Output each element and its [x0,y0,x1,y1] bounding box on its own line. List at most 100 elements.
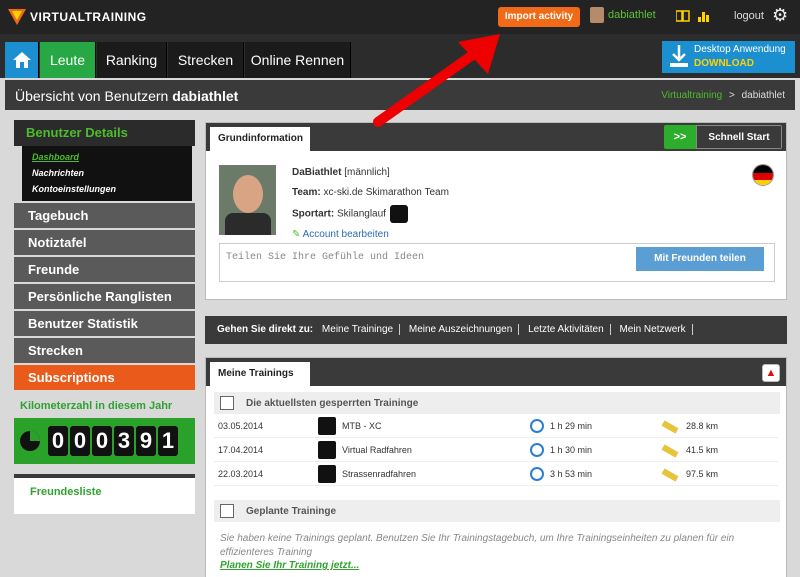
training-distance: 28.8 km [686,421,719,431]
edit-account-label: Account bearbeiten [302,229,389,240]
km-digit: 9 [136,426,156,456]
logo-text: VIRTUALTRAINING [30,10,147,24]
home-button[interactable] [5,42,39,78]
plan-training-link[interactable]: Planen Sie Ihr Training jetzt... [220,560,786,571]
goto-link-trainings[interactable]: Meine Traininge [321,324,401,335]
page-title-user: dabiathlet [172,88,239,104]
distance-icon [661,420,679,434]
book-icon[interactable] [676,10,690,22]
skiing-icon [389,205,408,223]
goto-link-netzwerk[interactable]: Mein Netzwerk [619,324,693,335]
page-title: Übersicht von Benutzern dabiathlet [15,88,238,104]
no-plan-text: Sie haben keine Trainings geplant. Benut… [220,533,735,558]
stopwatch-icon [530,467,544,481]
sidebar-item-tagebuch[interactable]: Tagebuch [14,203,195,228]
logo[interactable]: VIRTUALTRAINING [8,9,147,25]
training-type: MTB - XC [342,421,382,431]
edit-account-link[interactable]: ✎ Account bearbeiten [292,229,389,240]
training-type: Virtual Radfahren [342,445,412,455]
sidebar-item-dashboard[interactable]: Dashboard [26,149,192,165]
bar-chart-icon[interactable] [697,10,711,22]
sport-label: Sportart: [292,208,335,220]
share-button[interactable]: Mit Freunden teilen [636,247,764,271]
team-label: Team: [292,187,321,198]
red-arrow-annotation [373,34,500,127]
sidebar-item-ranglisten[interactable]: Persönliche Ranglisten [14,284,195,309]
sidebar-header[interactable]: Benutzer Details [14,120,195,146]
training-row[interactable]: 17.04.2014 Virtual Radfahren 1 h 30 min … [214,438,778,462]
friends-list-label[interactable]: Freundesliste [30,486,102,498]
logout-link[interactable]: logout [734,10,764,22]
trainings-panel: Meine Trainings ▲ Die aktuellsten gesper… [205,357,787,577]
breadcrumb-root[interactable]: Virtualtraining [661,90,722,101]
profile-sport: Sportart: Skilanglauf [292,205,408,223]
avatar [590,7,604,23]
planned-trainings-title: Geplante Traininge [246,505,337,517]
logo-icon [8,9,26,25]
training-duration: 1 h 30 min [550,445,593,455]
calendar-icon [220,504,234,518]
nav-leute[interactable]: Leute [40,42,96,78]
mtb-icon [318,417,336,435]
profile-name: DaBiathlet [männlich] [292,167,390,178]
tab-trainings[interactable]: Meine Trainings [210,362,310,386]
sidebar-item-notiztafel[interactable]: Notiztafel [14,230,195,255]
friends-list-panel: Freundesliste [14,474,195,514]
breadcrumb: Virtualtraining > dabiathlet [661,90,785,101]
sidebar-item-strecken[interactable]: Strecken [14,338,195,363]
goto-link-aktivitaeten[interactable]: Letzte Aktivitäten [528,324,611,335]
team-value: xc-ski.de Skimarathon Team [323,187,449,198]
pie-icon [20,431,40,451]
tab-grundinformation[interactable]: Grundinformation [210,127,310,151]
training-distance: 41.5 km [686,445,719,455]
sidebar-item-subscriptions[interactable]: Subscriptions [14,365,195,390]
user-menu[interactable]: dabiathlet [590,7,656,23]
goto-bar: Gehen Sie direkt zu: Meine Traininge Mei… [205,316,787,344]
import-activity-button[interactable]: Import activity [498,7,580,27]
share-input[interactable]: Teilen Sie Ihre Gefühle und Ideen [226,252,424,263]
training-duration: 3 h 53 min [550,469,593,479]
sidebar-item-nachrichten[interactable]: Nachrichten [26,165,192,181]
km-digit: 0 [48,426,68,456]
training-distance: 97.5 km [686,469,719,479]
sidebar-item-kontoeinstellungen[interactable]: Kontoeinstellungen [26,181,192,197]
trainings-header: Meine Trainings ▲ [206,358,786,386]
training-duration: 1 h 29 min [550,421,593,431]
sport-value: Skilanglauf [337,208,386,220]
km-digit: 0 [70,426,90,456]
breadcrumb-user: dabiathlet [741,90,785,101]
road-cycling-icon [318,465,336,483]
username[interactable]: dabiathlet [608,9,656,21]
gear-icon[interactable]: ⚙ [772,6,788,24]
virtual-cycling-icon [318,441,336,459]
download-icon [670,45,688,67]
sidebar-submenu: Dashboard Nachrichten Kontoeinstellungen [22,146,192,201]
top-bar: VIRTUALTRAINING Import activity dabiathl… [0,0,800,34]
download-label: DOWNLOAD [694,58,754,69]
sidebar-item-freunde[interactable]: Freunde [14,257,195,282]
nav-online-rennen[interactable]: Online Rennen [245,42,351,78]
goto-label: Gehen Sie direkt zu: [217,324,314,335]
home-icon [12,52,31,68]
share-box: Teilen Sie Ihre Gefühle und Ideen Mit Fr… [219,243,775,282]
schnell-start-button[interactable]: >> Schnell Start [664,125,782,149]
km-counter: 0 0 0 3 9 1 [14,418,195,464]
breadcrumb-separator: > [729,90,735,101]
goto-link-auszeichnungen[interactable]: Meine Auszeichnungen [408,324,520,335]
nav-ranking[interactable]: Ranking [97,42,167,78]
training-row[interactable]: 03.05.2014 MTB - XC 1 h 29 min 28.8 km [214,414,778,438]
recent-trainings-title: Die aktuellsten gesperrten Traininge [246,397,419,409]
sidebar-item-statistik[interactable]: Benutzer Statistik [14,311,195,336]
pencil-icon: ✎ [292,229,301,240]
nav-strecken[interactable]: Strecken [168,42,244,78]
grundinformation-panel: Grundinformation >> Schnell Start DaBiat… [205,122,787,300]
profile-gender: [männlich] [344,167,390,178]
km-digit: 3 [114,426,134,456]
page-title-prefix: Übersicht von Benutzern [15,88,173,104]
stopwatch-icon [530,419,544,433]
collapse-icon[interactable]: ▲ [762,364,780,382]
distance-icon [661,444,679,458]
training-row[interactable]: 22.03.2014 Strassenradfahren 3 h 53 min … [214,462,778,486]
desktop-download-button[interactable]: Desktop Anwendung DOWNLOAD [662,41,795,73]
km-title: Kilometerzahl in diesem Jahr [20,400,173,412]
